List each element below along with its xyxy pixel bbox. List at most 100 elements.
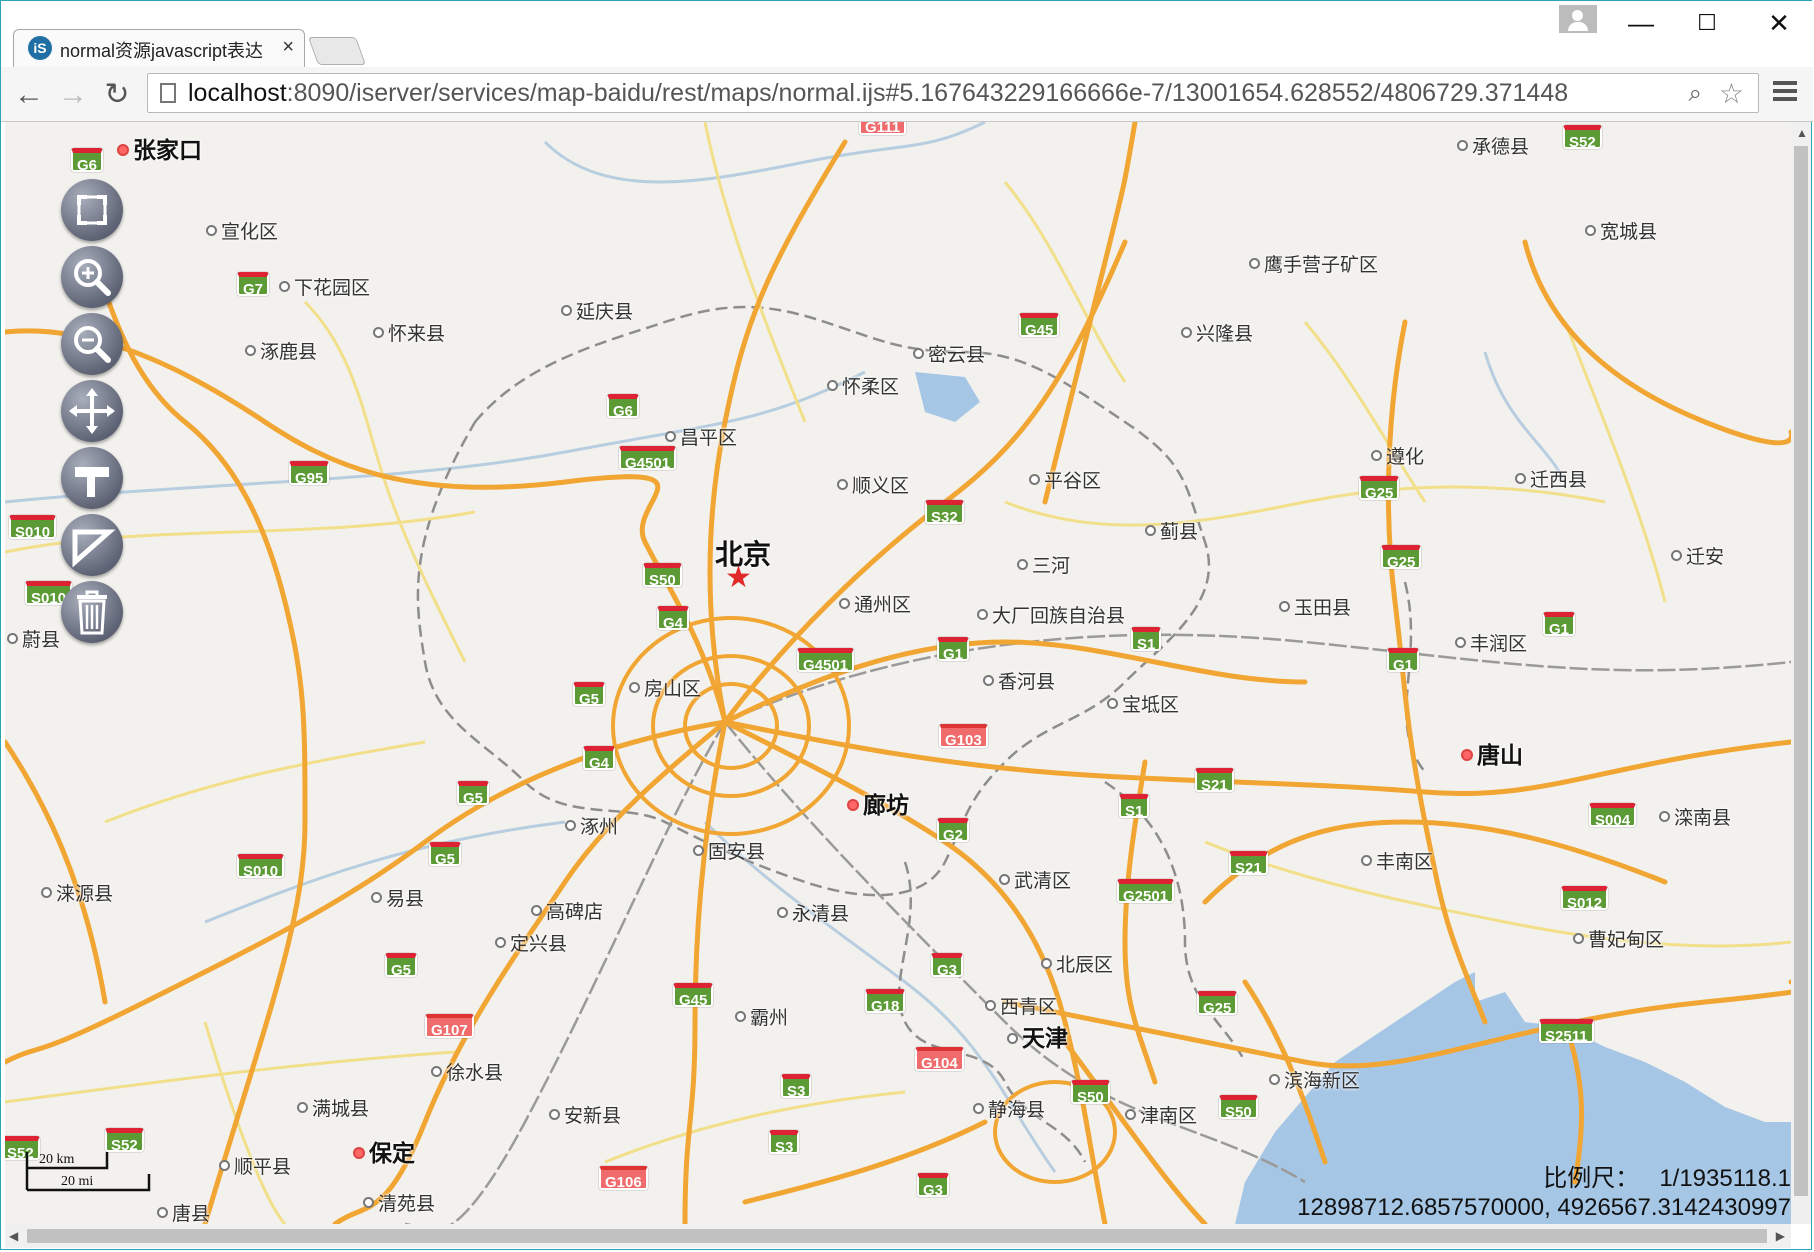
browser-tab[interactable]: iS normal资源javascript表达 ×: [13, 29, 305, 67]
road-shield: G107: [425, 1014, 474, 1039]
place-label: 迁西县: [1515, 465, 1587, 492]
place-label: 三河: [1017, 551, 1070, 578]
road-shield: S010: [9, 515, 57, 541]
road-shield: G106: [599, 1166, 648, 1191]
tab-title: normal资源javascript表达: [60, 41, 264, 61]
place-label: 永清县: [777, 899, 849, 926]
place-label: 宣化区: [206, 217, 278, 244]
road-shield: S21: [1229, 851, 1268, 877]
place-label: 顺义区: [837, 471, 909, 498]
url-text[interactable]: localhost:8090/iserver/services/map-baid…: [188, 79, 1568, 108]
place-label: 大厂回族自治县: [977, 601, 1125, 628]
road-shield: G3: [931, 953, 964, 979]
place-label: 丰南区: [1361, 847, 1433, 874]
place-label: 津南区: [1125, 1101, 1197, 1128]
road-shield: G45: [673, 983, 714, 1009]
place-label: 怀柔区: [827, 372, 899, 399]
tianjin-label: 天津: [1007, 1019, 1068, 1053]
road-shield: G18: [865, 989, 906, 1015]
bookmark-star-icon[interactable]: ☆: [1719, 77, 1744, 110]
road-shield: G5: [573, 682, 606, 708]
capital-star-icon: ★: [725, 561, 752, 594]
road-shield: G6: [71, 148, 104, 174]
road-shield: S1: [1119, 794, 1150, 820]
place-label: 延庆县: [561, 297, 633, 324]
close-window-button[interactable]: ✕: [1749, 1, 1809, 45]
place-label: 霸州: [735, 1003, 788, 1030]
favicon-icon: iS: [28, 36, 52, 60]
clear-button[interactable]: [61, 581, 123, 643]
pan-button[interactable]: [61, 380, 123, 442]
place-label: 蔚县: [7, 625, 60, 652]
measure-distance-icon: [75, 467, 109, 497]
maximize-button[interactable]: ☐: [1677, 1, 1737, 45]
forward-button[interactable]: →: [55, 77, 91, 113]
road-shield: G2: [937, 818, 970, 844]
user-profile-icon[interactable]: [1559, 5, 1597, 33]
place-label: 武清区: [999, 866, 1071, 893]
zoom-in-button[interactable]: [61, 246, 123, 308]
menu-icon[interactable]: [1773, 81, 1797, 105]
road-shield: G5: [457, 781, 490, 807]
measure-area-button[interactable]: [61, 514, 123, 576]
road-shield: G45: [1019, 313, 1060, 339]
place-label: 涿鹿县: [245, 337, 317, 364]
scroll-right-icon[interactable]: ▶: [1776, 1229, 1785, 1243]
scroll-up-icon[interactable]: ▲: [1796, 126, 1808, 140]
place-label: 滨海新区: [1269, 1066, 1360, 1093]
coordinate-readout: 12898712.6857570000, 4926567.3142430997: [1297, 1194, 1791, 1221]
road-shield: G25: [1359, 476, 1400, 502]
pan-icon: [69, 388, 115, 434]
road-shield: S004: [1589, 803, 1637, 829]
url-path: :8090/iserver/services/map-baidu/rest/ma…: [286, 79, 1569, 107]
back-button[interactable]: ←: [11, 77, 47, 113]
map-base-layer: [5, 122, 1791, 1224]
address-bar[interactable]: localhost:8090/iserver/services/map-baid…: [147, 73, 1759, 113]
vertical-scrollbar[interactable]: ▲: [1791, 122, 1811, 1224]
horizontal-scrollbar[interactable]: ◀ ▶: [5, 1224, 1791, 1248]
horizontal-scroll-thumb[interactable]: [27, 1229, 1767, 1243]
place-label: 平谷区: [1029, 466, 1101, 493]
road-shield: G5: [429, 842, 462, 868]
scale-value: 1/1935118.1: [1659, 1165, 1791, 1192]
trash-icon: [77, 590, 107, 635]
new-tab-button[interactable]: [307, 37, 367, 65]
zoom-out-icon: [74, 326, 111, 363]
full-extent-button[interactable]: [61, 179, 123, 241]
place-label: 满城县: [297, 1094, 369, 1121]
place-label: 香河县: [983, 667, 1055, 694]
road-shield: G25: [1381, 545, 1422, 571]
place-label: 房山区: [629, 674, 701, 701]
place-label: 承德县: [1457, 132, 1529, 159]
road-shield: S012: [1561, 886, 1609, 912]
zoom-icon[interactable]: ⌕: [1689, 80, 1702, 108]
road-shield: S3: [769, 1130, 800, 1156]
road-shield: S32: [925, 500, 964, 526]
minimize-button[interactable]: —: [1611, 1, 1671, 45]
zoom-out-button[interactable]: [61, 313, 123, 375]
vertical-scroll-thumb[interactable]: [1794, 146, 1808, 1196]
map-viewport[interactable]: 张家口 宣化区 下花园区 怀来县 涿鹿县 延庆县 昌平区 怀柔区 密云县 兴隆县 鹰手营子矿区 承德县…: [5, 122, 1791, 1224]
place-label: 丰润区: [1455, 629, 1527, 656]
place-label: 固安县: [693, 837, 765, 864]
road-shield: S1: [1131, 627, 1162, 653]
place-label: 定兴县: [495, 929, 567, 956]
tab-close-icon[interactable]: ×: [282, 36, 294, 59]
place-label: 北辰区: [1041, 950, 1113, 977]
place-label: 下花园区: [279, 273, 370, 300]
place-label: 顺平县: [219, 1152, 291, 1179]
scroll-left-icon[interactable]: ◀: [9, 1229, 18, 1243]
zoom-in-icon: [74, 259, 111, 296]
place-label: 西青区: [985, 992, 1057, 1019]
place-label: 清苑县: [363, 1189, 435, 1216]
road-shield: G1: [1387, 648, 1420, 674]
place-label: 昌平区: [665, 423, 737, 450]
road-shield: S3: [781, 1074, 812, 1100]
measure-distance-button[interactable]: [61, 447, 123, 509]
place-label: 易县: [371, 884, 424, 911]
place-label: 张家口: [117, 131, 202, 165]
road-shield: G6: [607, 394, 640, 420]
place-label: 宝坻区: [1107, 690, 1179, 717]
reload-button[interactable]: ↻: [99, 77, 135, 113]
road-shield: G2501: [1117, 879, 1175, 905]
